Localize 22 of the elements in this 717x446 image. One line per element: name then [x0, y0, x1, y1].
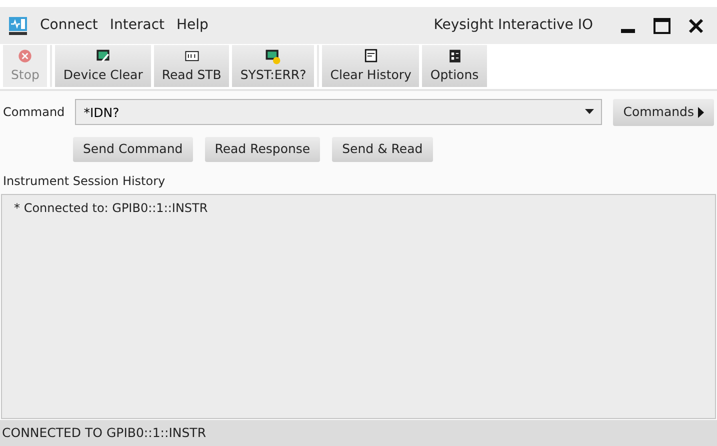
dropdown-arrow-icon[interactable] [585, 109, 594, 116]
menu-item[interactable]: Connect [40, 15, 98, 36]
field-label: Command [3, 104, 65, 122]
monitor-warning-icon [264, 48, 282, 66]
menu-item[interactable]: Interact [110, 15, 165, 36]
toolbar-button[interactable]: Clear History [322, 45, 420, 87]
toolbar-button[interactable]: Read STB [154, 45, 230, 87]
action-button[interactable]: Read Response [204, 136, 320, 162]
section-label: Instrument Session History [3, 174, 166, 188]
action-button[interactable]: Send & Read [332, 136, 433, 162]
caret-icon [698, 104, 704, 119]
toolbar-button[interactable]: Device Clear [55, 45, 151, 87]
window-title: Keysight Interactive IO [434, 16, 593, 35]
history-line: * Connected to: GPIB0::1::INSTR [14, 200, 209, 216]
menu-item[interactable]: Help [176, 15, 208, 36]
toolbar-button[interactable]: Options [422, 45, 487, 87]
commands-menu-button[interactable]: Commands [613, 99, 714, 126]
command-combo-box[interactable]: *IDN? [74, 99, 602, 126]
app-logo-icon [8, 16, 28, 36]
status-bar: CONNECTED TO GPIB0::1::INSTR [0, 420, 717, 446]
action-button[interactable]: Send Command [73, 136, 193, 162]
toolbar-button[interactable]: SYST:ERR? [232, 45, 314, 87]
